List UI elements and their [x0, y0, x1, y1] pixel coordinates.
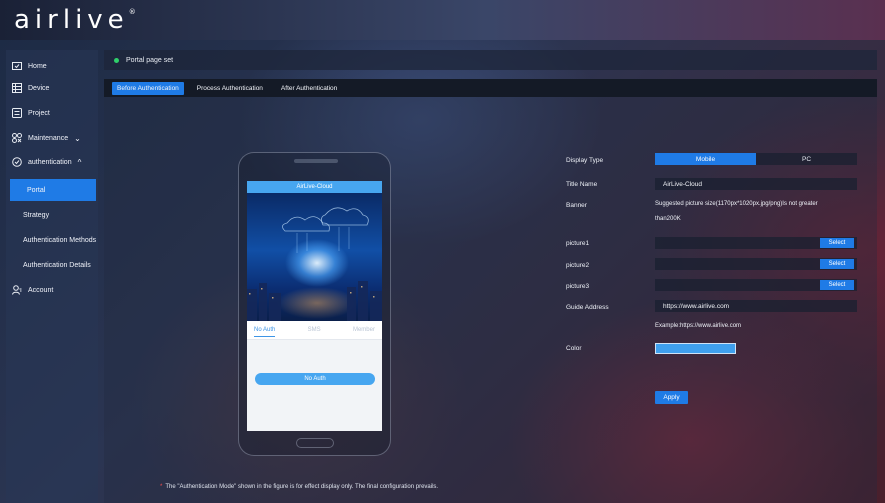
- color-picker[interactable]: [655, 343, 736, 354]
- banner-size-hint: Suggested picture size(1170px*1020px.jpg…: [655, 201, 818, 222]
- tab-before-authentication[interactable]: Before Authentication: [112, 81, 184, 95]
- project-icon: [12, 108, 22, 118]
- tab-after-authentication[interactable]: After Authentication: [276, 82, 342, 95]
- effect-display-note: * The "Authentication Mode" shown in the …: [160, 484, 439, 490]
- guide-address-input[interactable]: https://www.airlive.com: [655, 300, 857, 312]
- preview-tab-member: Member: [352, 327, 375, 333]
- display-type-label: Display Type: [566, 157, 604, 164]
- picture2-select-button[interactable]: Select: [820, 259, 854, 269]
- display-type-toggle: Mobile PC: [655, 153, 857, 165]
- preview-no-auth-button: No Auth: [255, 373, 375, 385]
- title-name-label: Title Name: [566, 181, 598, 188]
- banner-label: Banner: [566, 202, 587, 209]
- tab-bar: Before Authentication Process Authentica…: [104, 79, 877, 97]
- guide-address-label: Guide Address: [566, 304, 609, 311]
- sidebar-item-account[interactable]: Account: [6, 279, 98, 301]
- preview-tab-no-auth: No Auth: [254, 327, 276, 337]
- phone-speaker: [294, 159, 338, 163]
- title-name-input[interactable]: AirLive-Cloud: [655, 178, 857, 190]
- picture3-label: picture3: [566, 283, 590, 290]
- chevron-down-icon: ⌄: [74, 133, 81, 143]
- status-dot: [114, 57, 119, 63]
- sidebar-item-label: Device: [28, 84, 50, 92]
- sidebar-item-authentication-details[interactable]: Authentication Details: [6, 254, 98, 276]
- preview-banner-image: [247, 193, 382, 321]
- sidebar-item-label: Strategy: [23, 211, 50, 219]
- maintenance-icon: [12, 133, 22, 143]
- phone-preview: AirLive-Cloud No Auth SMS Member No Auth: [238, 152, 391, 456]
- device-icon: [12, 83, 22, 93]
- phone-screen: AirLive-Cloud No Auth SMS Member No Auth: [247, 181, 382, 431]
- sidebar-item-label: Authentication Details: [23, 261, 91, 269]
- tab-process-authentication[interactable]: Process Authentication: [192, 82, 268, 95]
- preview-tab-sms: SMS: [307, 327, 321, 333]
- picture2-input[interactable]: Select: [655, 258, 857, 270]
- sidebar-item-label: Authentication Methods: [23, 236, 97, 244]
- picture1-label: picture1: [566, 240, 590, 247]
- picture1-input[interactable]: Select: [655, 237, 857, 249]
- sidebar-item-authentication-methods[interactable]: Authentication Methods: [6, 229, 98, 251]
- chevron-up-icon: ^: [77, 157, 82, 167]
- home-icon: [12, 61, 22, 71]
- apply-button[interactable]: Apply: [655, 391, 688, 404]
- preview-title: AirLive-Cloud: [247, 181, 382, 193]
- phone-home-button: [296, 438, 334, 448]
- page-title-bar: Portal page set: [104, 50, 877, 70]
- app-header: airlive®: [0, 0, 885, 40]
- picture1-select-button[interactable]: Select: [820, 238, 854, 248]
- picture3-input[interactable]: Select: [655, 279, 857, 291]
- page-title: Portal page set: [126, 56, 174, 64]
- preview-tabs: No Auth SMS Member: [247, 321, 382, 339]
- display-type-mobile-option[interactable]: Mobile: [655, 153, 756, 165]
- picture3-select-button[interactable]: Select: [820, 280, 854, 290]
- shield-icon: [12, 157, 22, 167]
- sidebar-item-label: Maintenance: [28, 134, 69, 142]
- color-label: Color: [566, 345, 582, 352]
- account-icon: [12, 285, 22, 295]
- sidebar-item-project[interactable]: Project: [6, 102, 98, 124]
- sidebar-item-portal[interactable]: Portal: [10, 179, 96, 201]
- sidebar-item-label: Home: [28, 62, 47, 70]
- sidebar-item-label: Portal: [27, 186, 46, 194]
- sidebar-item-device[interactable]: Device: [6, 77, 98, 99]
- sidebar: Home Device Project Maintenance ⌄ authen…: [6, 50, 98, 503]
- sidebar-item-strategy[interactable]: Strategy: [6, 204, 98, 226]
- sidebar-item-maintenance[interactable]: Maintenance ⌄: [6, 127, 98, 149]
- guide-address-example: Example:https://www.airlive.com: [655, 323, 742, 329]
- display-type-pc-option[interactable]: PC: [756, 153, 857, 165]
- preview-body: No Auth: [247, 339, 382, 431]
- sidebar-item-home[interactable]: Home: [6, 55, 98, 77]
- sidebar-item-label: Account: [28, 286, 54, 294]
- sidebar-item-authentication[interactable]: authentication ^: [6, 151, 98, 173]
- picture2-label: picture2: [566, 262, 590, 269]
- sidebar-item-label: authentication: [28, 158, 72, 166]
- sidebar-item-label: Project: [28, 109, 50, 117]
- airlive-logo[interactable]: airlive®: [14, 5, 136, 35]
